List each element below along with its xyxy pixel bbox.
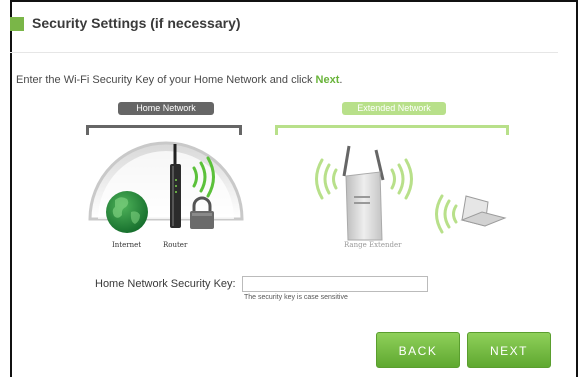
network-diagram xyxy=(88,141,507,241)
router-caption: Router xyxy=(163,241,188,249)
laptop-icon xyxy=(460,195,507,227)
range-extender-icon xyxy=(342,145,385,241)
next-button[interactable]: NEXT xyxy=(467,332,551,368)
security-key-hint: The security key is case sensitive xyxy=(244,294,348,301)
range-extender-caption: Range Extender xyxy=(344,241,402,249)
security-key-label: Home Network Security Key: xyxy=(95,278,236,290)
back-button[interactable]: BACK xyxy=(376,332,460,368)
laptop-wifi-icon xyxy=(435,194,458,234)
internet-caption: Internet xyxy=(112,241,142,249)
internet-globe-icon xyxy=(106,191,148,233)
security-key-input[interactable] xyxy=(242,276,428,292)
